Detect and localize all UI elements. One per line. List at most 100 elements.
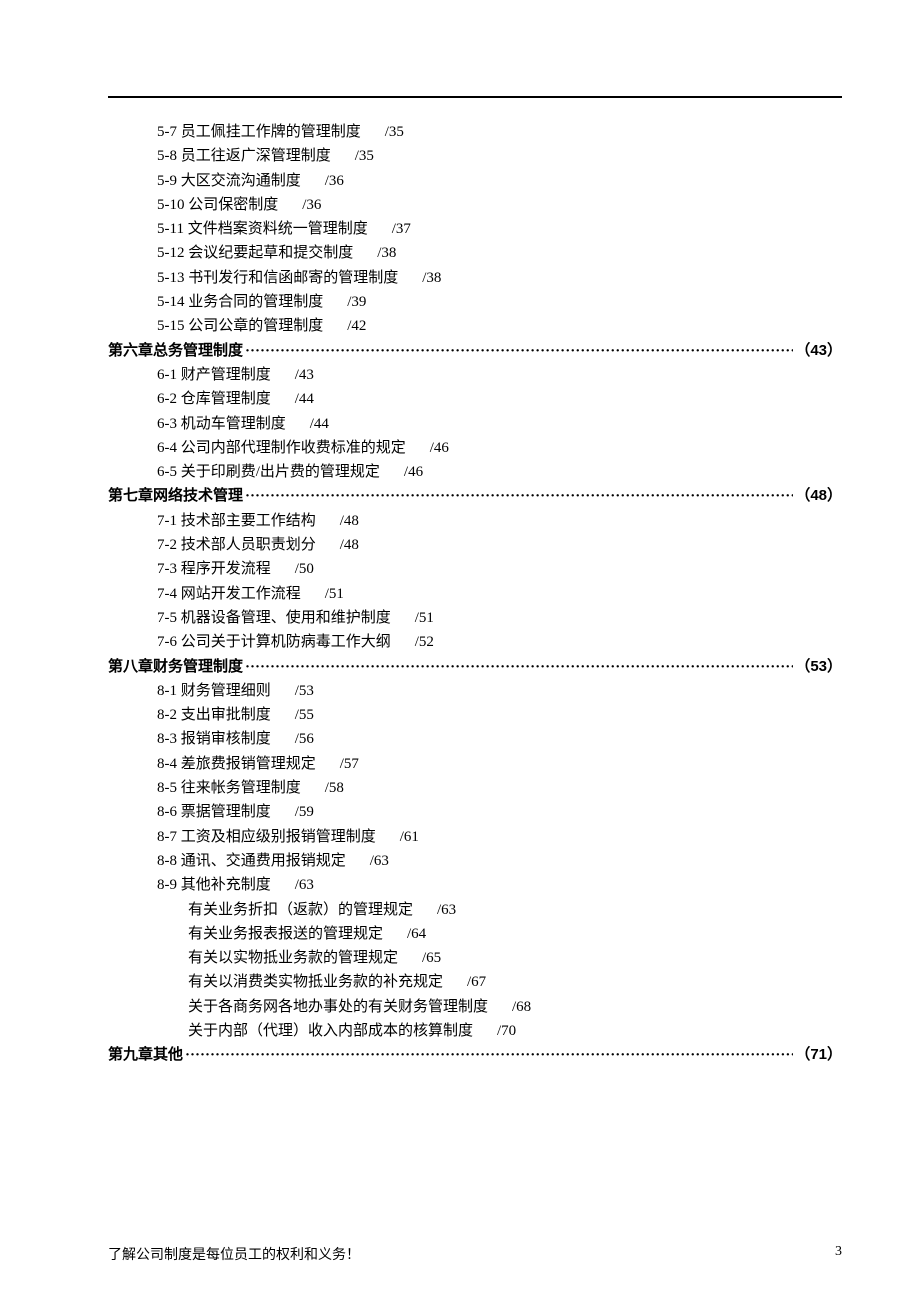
toc-item: 6-4 公司内部代理制作收费标准的规定/46: [108, 436, 842, 460]
item-title: 技术部主要工作结构: [181, 513, 316, 529]
toc-item: 6-5 关于印刷费/出片费的管理规定/46: [108, 460, 842, 484]
toc-item: 6-2 仓库管理制度/44: [108, 387, 842, 411]
toc-item: 8-2 支出审批制度/55: [108, 703, 842, 727]
item-page: /38: [422, 270, 441, 286]
item-page: /36: [325, 173, 344, 189]
toc-item: 6-3 机动车管理制度/44: [108, 412, 842, 436]
item-page: /44: [295, 391, 314, 407]
toc-item: 5-9 大区交流沟通制度/36: [108, 169, 842, 193]
item-number: 5-12: [157, 245, 185, 261]
toc-chapter: 第九章 其他（71）: [108, 1043, 842, 1067]
item-page: /48: [340, 537, 359, 553]
item-title: 公司内部代理制作收费标准的规定: [181, 440, 406, 456]
toc-item: 8-1 财务管理细则/53: [108, 679, 842, 703]
item-title: 其他补充制度: [181, 877, 271, 893]
toc-content: 5-7 员工佩挂工作牌的管理制度/35 5-8 员工往返广深管理制度/35 5-9 …: [108, 100, 842, 1068]
item-page: /35: [355, 148, 374, 164]
chapter-label: 第六章: [108, 339, 153, 363]
toc-item: 7-2 技术部人员职责划分/48: [108, 533, 842, 557]
item-title: 大区交流沟通制度: [181, 173, 301, 189]
item-title: 票据管理制度: [181, 804, 271, 820]
chapter-page: （71）: [795, 1043, 842, 1067]
item-title: 仓库管理制度: [181, 391, 271, 407]
item-number: 8-3: [157, 731, 177, 747]
item-page: /44: [310, 416, 329, 432]
toc-chapter: 第七章 网络技术管理（48）: [108, 484, 842, 508]
chapter-page: （53）: [795, 655, 842, 679]
toc-item: 5-7 员工佩挂工作牌的管理制度/35: [108, 120, 842, 144]
item-number: 5-8: [157, 148, 177, 164]
item-number: 8-8: [157, 853, 177, 869]
item-page: /63: [295, 877, 314, 893]
item-number: 7-2: [157, 537, 177, 553]
leader-dots: [183, 1043, 795, 1067]
subitem-title: 有关业务报表报送的管理规定: [188, 926, 383, 942]
item-number: 5-11: [157, 221, 184, 237]
toc-item: 8-8 通讯、交通费用报销规定/63: [108, 849, 842, 873]
item-page: /42: [347, 318, 366, 334]
item-title: 机动车管理制度: [181, 416, 286, 432]
item-number: 8-1: [157, 683, 177, 699]
item-page: /50: [295, 561, 314, 577]
item-number: 7-5: [157, 610, 177, 626]
item-number: 7-4: [157, 586, 177, 602]
item-title: 关于印刷费/出片费的管理规定: [181, 464, 380, 480]
item-title: 公司公章的管理制度: [188, 318, 323, 334]
leader-dots: [243, 655, 795, 679]
toc-item: 5-15 公司公章的管理制度/42: [108, 314, 842, 338]
item-page: /63: [370, 853, 389, 869]
item-number: 7-3: [157, 561, 177, 577]
item-title: 业务合同的管理制度: [188, 294, 323, 310]
item-title: 财务管理细则: [181, 683, 271, 699]
item-page: /61: [400, 829, 419, 845]
item-page: /46: [404, 464, 423, 480]
header-rule: [108, 96, 842, 98]
item-title: 机器设备管理、使用和维护制度: [181, 610, 391, 626]
item-title: 网站开发工作流程: [181, 586, 301, 602]
item-number: 8-5: [157, 780, 177, 796]
subitem-title: 关于内部（代理）收入内部成本的核算制度: [188, 1023, 473, 1039]
item-title: 技术部人员职责划分: [181, 537, 316, 553]
item-number: 8-7: [157, 829, 177, 845]
toc-item: 8-9 其他补充制度/63: [108, 873, 842, 897]
toc-item: 5-13 书刊发行和信函邮寄的管理制度/38: [108, 266, 842, 290]
item-number: 6-5: [157, 464, 177, 480]
toc-subitem: 有关业务报表报送的管理规定/64: [108, 922, 842, 946]
item-title: 差旅费报销管理规定: [181, 756, 316, 772]
toc-item: 5-11 文件档案资料统一管理制度/37: [108, 217, 842, 241]
item-title: 报销审核制度: [181, 731, 271, 747]
item-number: 8-6: [157, 804, 177, 820]
item-title: 程序开发流程: [181, 561, 271, 577]
subitem-title: 有关业务折扣（返款）的管理规定: [188, 902, 413, 918]
toc-subitem: 关于内部（代理）收入内部成本的核算制度/70: [108, 1019, 842, 1043]
item-number: 5-10: [157, 197, 185, 213]
toc-item: 7-1 技术部主要工作结构/48: [108, 509, 842, 533]
leader-dots: [243, 339, 795, 363]
subitem-page: /64: [407, 926, 426, 942]
toc-chapter: 第六章 总务管理制度（43）: [108, 339, 842, 363]
chapter-label: 第七章: [108, 484, 153, 508]
item-page: /58: [325, 780, 344, 796]
item-page: /51: [325, 586, 344, 602]
item-page: /57: [340, 756, 359, 772]
chapter-title: 其他: [153, 1043, 183, 1067]
item-number: 8-9: [157, 877, 177, 893]
chapter-page: （43）: [795, 339, 842, 363]
toc-item: 8-6 票据管理制度/59: [108, 800, 842, 824]
item-title: 员工佩挂工作牌的管理制度: [181, 124, 361, 140]
subitem-title: 关于各商务网各地办事处的有关财务管理制度: [188, 999, 488, 1015]
item-page: /37: [392, 221, 411, 237]
subitem-page: /67: [467, 974, 486, 990]
subitem-page: /70: [497, 1023, 516, 1039]
item-page: /46: [430, 440, 449, 456]
subitem-page: /68: [512, 999, 531, 1015]
item-number: 7-6: [157, 634, 177, 650]
toc-subitem: 有关业务折扣（返款）的管理规定/63: [108, 898, 842, 922]
item-page: /39: [347, 294, 366, 310]
page-footer: 了解公司制度是每位员工的权利和义务！ 3: [108, 1244, 842, 1264]
item-title: 往来帐务管理制度: [181, 780, 301, 796]
item-title: 员工往返广深管理制度: [181, 148, 331, 164]
item-number: 8-4: [157, 756, 177, 772]
item-title: 书刊发行和信函邮寄的管理制度: [188, 270, 398, 286]
item-title: 文件档案资料统一管理制度: [188, 221, 368, 237]
